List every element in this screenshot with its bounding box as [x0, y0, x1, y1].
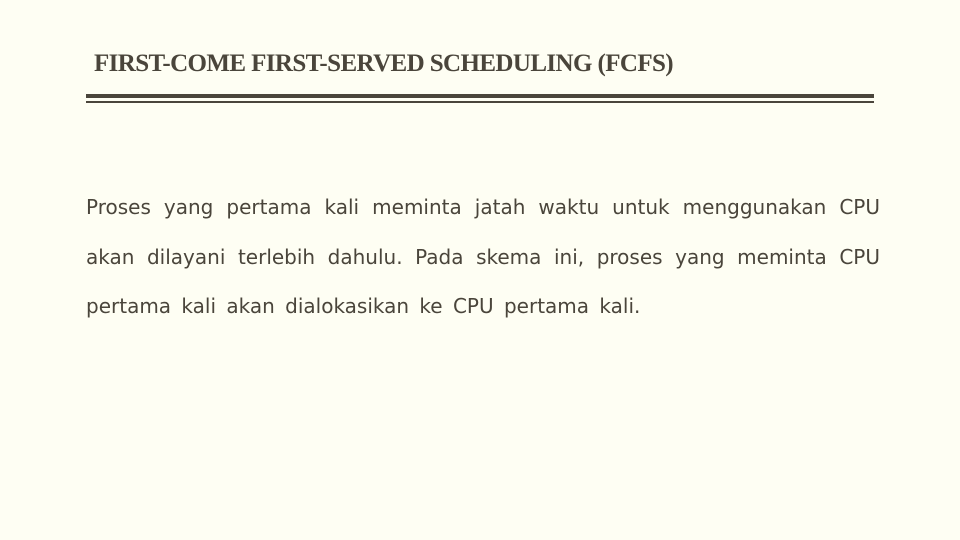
title-divider-thin	[86, 101, 874, 103]
title-divider-thick	[86, 94, 874, 98]
body-paragraph: Proses yang pertama kali meminta jatah w…	[86, 195, 880, 318]
slide-title: FIRST-COME FIRST-SERVED SCHEDULING (FCFS…	[94, 50, 674, 77]
